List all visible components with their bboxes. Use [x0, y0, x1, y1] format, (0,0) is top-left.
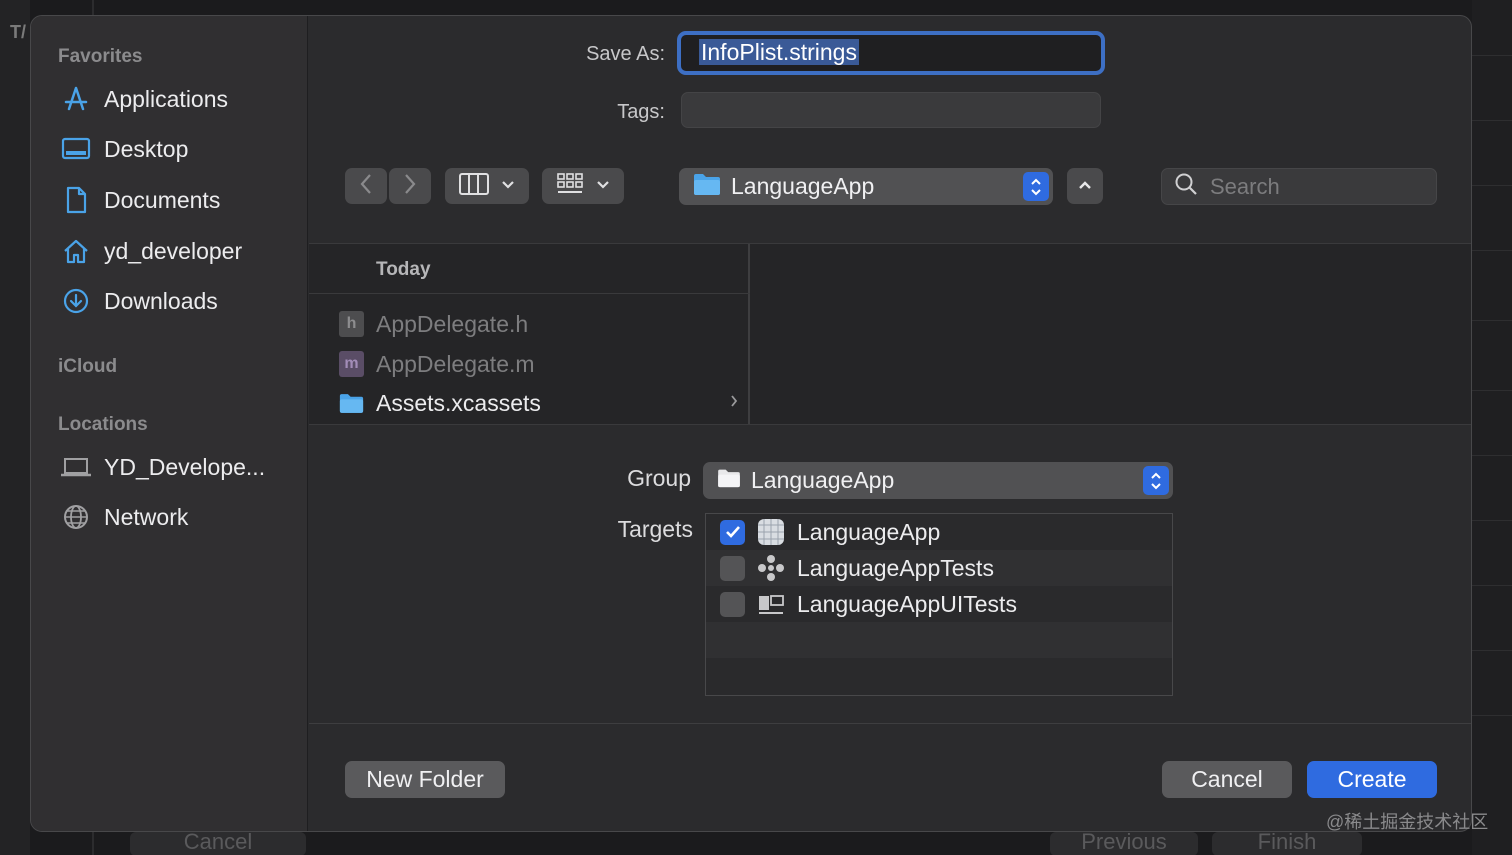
- main-panel: Save As: InfoPlist.strings Tags: Languag…: [309, 16, 1471, 831]
- save-as-label: Save As:: [586, 43, 665, 65]
- new-folder-button[interactable]: New Folder: [345, 761, 505, 798]
- sidebar-item-applications[interactable]: Applications: [59, 79, 228, 119]
- section-header: Today: [309, 244, 750, 294]
- expand-collapse-button[interactable]: [1067, 168, 1103, 204]
- sidebar-item-label: Documents: [104, 186, 221, 213]
- browser-column: Today h AppDelegate.h m AppDelegate.m As…: [309, 244, 750, 424]
- sidebar-item-network[interactable]: Network: [59, 497, 188, 537]
- search-icon: [1174, 172, 1198, 201]
- search-input[interactable]: [1210, 173, 1430, 200]
- file-name: Assets.xcassets: [376, 389, 541, 416]
- sidebar-item-computer[interactable]: YD_Develope...: [59, 447, 265, 487]
- sidebar-item-downloads[interactable]: Downloads: [59, 281, 218, 321]
- chevron-left-icon: [359, 173, 373, 200]
- m-file-icon: m: [339, 351, 364, 377]
- save-dialog: Favorites Applications Desktop Documents…: [30, 15, 1472, 832]
- sidebar-item-label: Downloads: [104, 287, 218, 314]
- target-name: LanguageAppTests: [797, 554, 994, 581]
- chevron-up-icon: [1078, 177, 1092, 195]
- h-file-icon: h: [339, 311, 364, 337]
- grid-icon: [556, 172, 584, 201]
- tags-label: Tags:: [617, 101, 665, 123]
- sidebar-item-label: Desktop: [104, 135, 189, 162]
- sidebar-item-documents[interactable]: Documents: [59, 180, 220, 220]
- favorites-header: Favorites: [58, 46, 143, 67]
- background-window-right: [1472, 0, 1512, 855]
- targets-label: Targets: [617, 516, 693, 542]
- view-mode-button[interactable]: [445, 168, 529, 204]
- sidebar-item-label: Applications: [104, 85, 229, 112]
- save-as-value: InfoPlist.strings: [699, 39, 859, 65]
- back-button[interactable]: [345, 168, 387, 204]
- locations-header: Locations: [58, 414, 148, 435]
- background-window-edge: T/: [0, 0, 30, 855]
- home-icon: [59, 236, 93, 266]
- app-target-icon: [757, 518, 785, 546]
- background-previous-button: Previous: [1050, 832, 1198, 855]
- location-label: LanguageApp: [731, 173, 875, 199]
- background-finish-button: Finish: [1212, 832, 1362, 855]
- target-checkbox[interactable]: [720, 555, 745, 581]
- tests-target-icon: [757, 554, 785, 582]
- updown-chevron-icon: [1023, 172, 1049, 201]
- create-button[interactable]: Create: [1307, 761, 1437, 798]
- targets-list: LanguageApp LanguageAppTests LanguageApp…: [705, 513, 1173, 696]
- updown-chevron-icon: [1143, 466, 1169, 495]
- save-as-field[interactable]: InfoPlist.strings: [677, 31, 1105, 75]
- file-name: AppDelegate.m: [376, 350, 535, 377]
- network-icon: [59, 502, 93, 532]
- background-label: T/: [10, 22, 26, 42]
- target-checkbox[interactable]: [720, 591, 745, 617]
- sidebar-item-label: Network: [104, 503, 189, 530]
- search-field[interactable]: [1161, 168, 1437, 205]
- chevron-right-icon: [403, 173, 417, 200]
- folder-icon: [717, 467, 741, 494]
- empty-row: [706, 622, 1172, 658]
- group-by-button[interactable]: [542, 168, 624, 204]
- sidebar-item-home[interactable]: yd_developer: [59, 231, 242, 271]
- group-label: Group: [627, 465, 691, 491]
- target-row[interactable]: LanguageAppTests: [706, 550, 1172, 586]
- tags-field[interactable]: [681, 92, 1101, 128]
- location-popup[interactable]: LanguageApp: [679, 168, 1053, 205]
- sidebar-item-label: YD_Develope...: [104, 453, 266, 480]
- downloads-icon: [59, 286, 93, 316]
- sidebar-item-label: yd_developer: [104, 237, 243, 264]
- laptop-icon: [59, 452, 93, 482]
- cancel-button[interactable]: Cancel: [1162, 761, 1292, 798]
- background-cancel-button: Cancel: [130, 832, 306, 855]
- chevron-down-icon: [501, 177, 515, 195]
- uitests-target-icon: [757, 590, 785, 618]
- forward-button[interactable]: [389, 168, 431, 204]
- applications-icon: [59, 84, 93, 114]
- footer-divider: [309, 723, 1471, 724]
- desktop-icon: [59, 134, 93, 164]
- list-item[interactable]: Assets.xcassets: [339, 384, 739, 422]
- chevron-down-icon: [596, 177, 610, 195]
- group-popup[interactable]: LanguageApp: [703, 462, 1173, 499]
- file-name: AppDelegate.h: [376, 310, 529, 337]
- checkmark-icon: [725, 526, 740, 538]
- list-item[interactable]: m AppDelegate.m: [339, 345, 739, 383]
- icloud-header: iCloud: [58, 356, 118, 377]
- target-name: LanguageAppUITests: [797, 590, 1017, 617]
- section-header-label: Today: [376, 259, 431, 280]
- target-row[interactable]: LanguageApp: [706, 514, 1172, 550]
- folder-icon: [339, 390, 364, 416]
- folder-icon: [693, 172, 721, 202]
- target-name: LanguageApp: [797, 518, 941, 545]
- watermark: @稀土掘金技术社区: [1326, 812, 1489, 832]
- list-item[interactable]: h AppDelegate.h: [339, 305, 739, 343]
- file-browser: Today h AppDelegate.h m AppDelegate.m As…: [309, 243, 1471, 425]
- target-checkbox[interactable]: [720, 519, 745, 545]
- documents-icon: [59, 185, 93, 215]
- group-value: LanguageApp: [751, 467, 895, 493]
- sidebar: Favorites Applications Desktop Documents…: [31, 16, 308, 831]
- columns-view-icon: [459, 172, 489, 200]
- target-row[interactable]: LanguageAppUITests: [706, 586, 1172, 622]
- chevron-right-icon: [729, 393, 739, 414]
- sidebar-item-desktop[interactable]: Desktop: [59, 129, 188, 169]
